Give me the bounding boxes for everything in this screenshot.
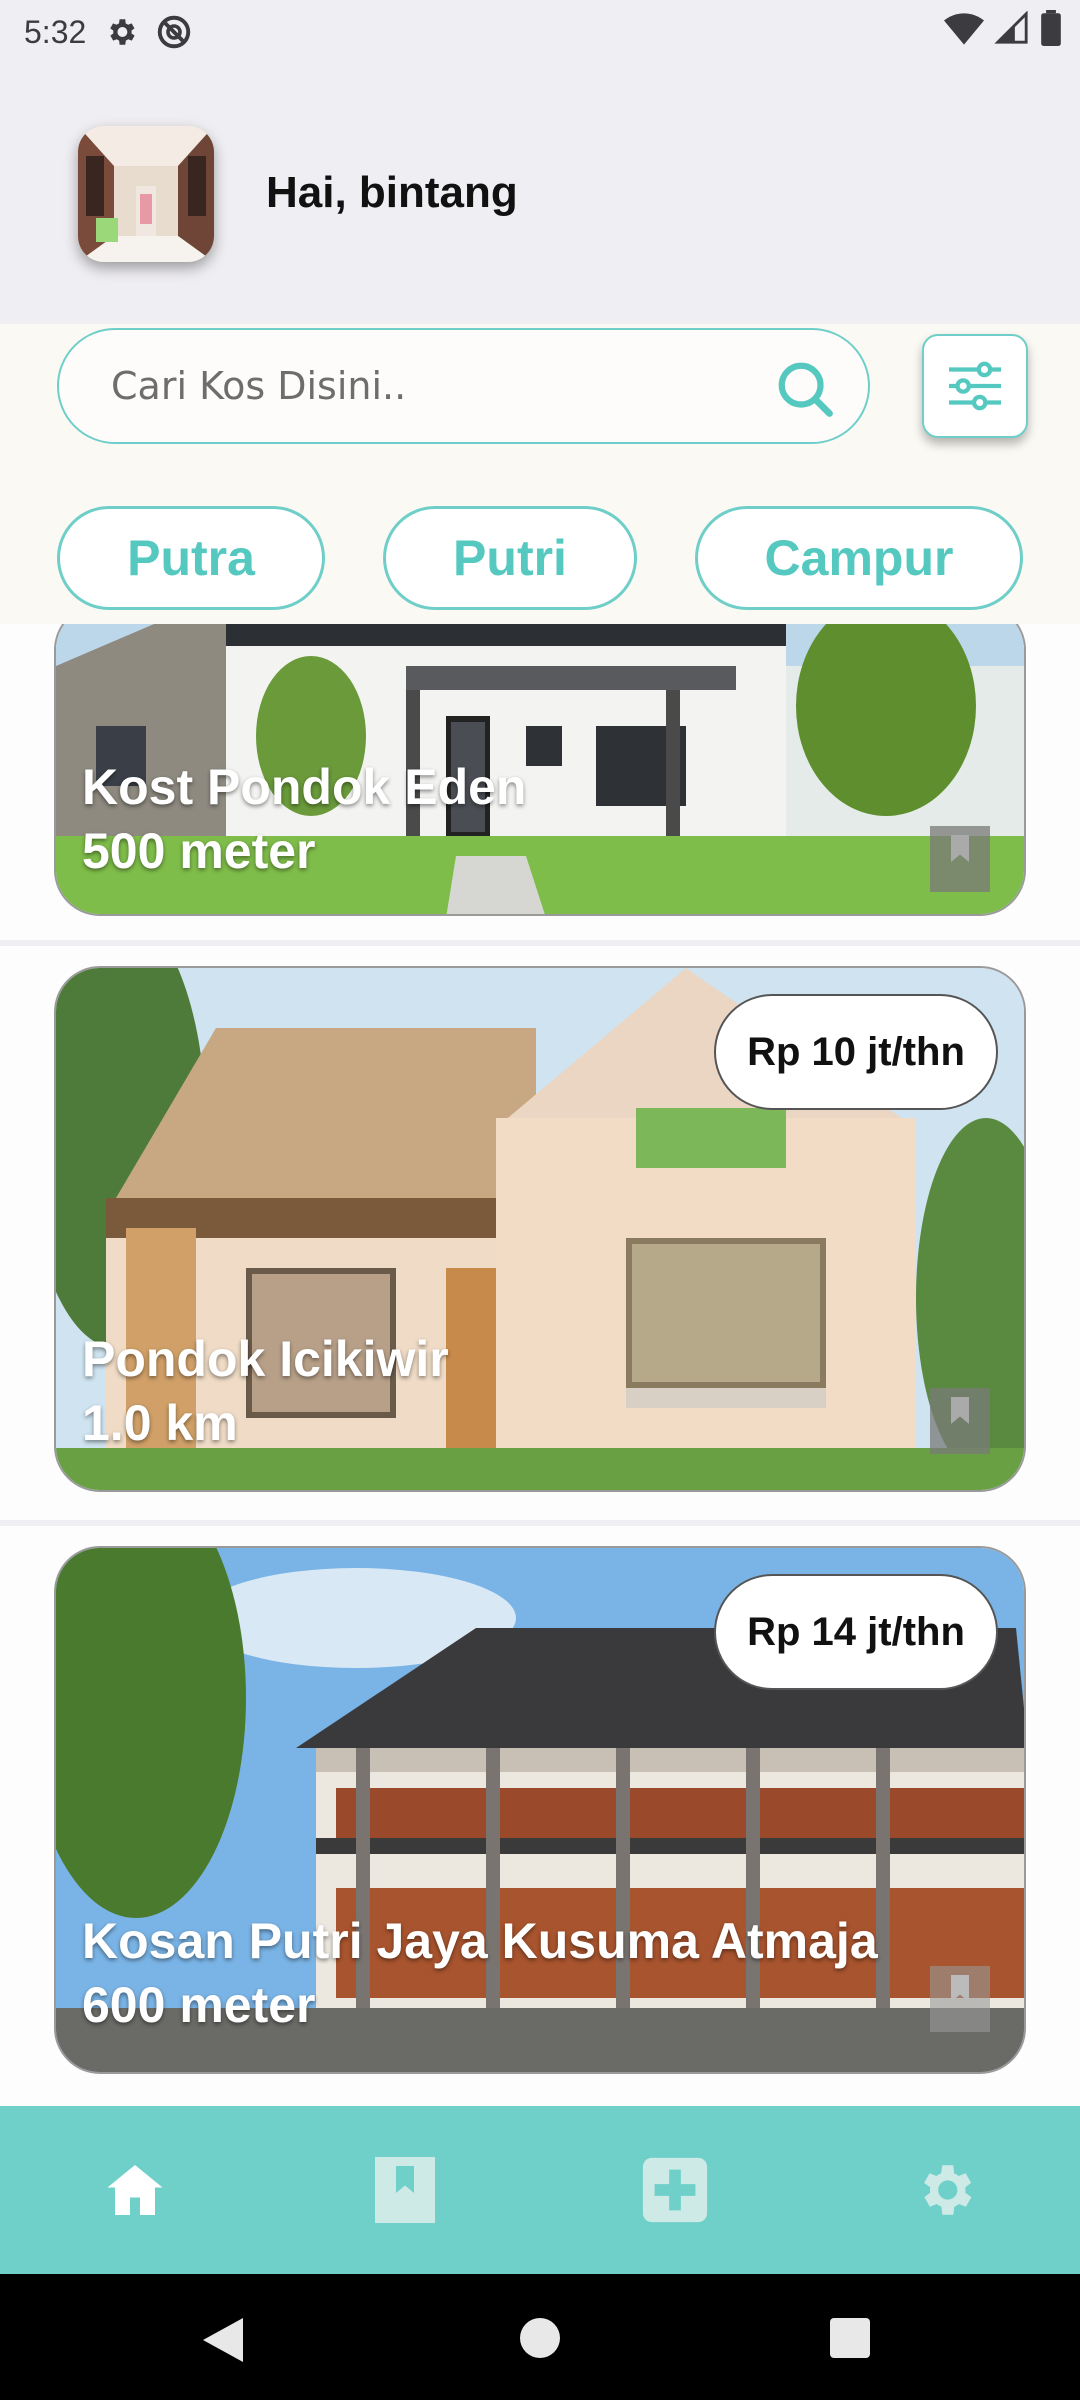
search-icon[interactable] xyxy=(774,358,836,420)
avatar[interactable] xyxy=(78,126,214,262)
search-input[interactable] xyxy=(111,364,711,408)
home-icon xyxy=(107,2165,163,2215)
status-time: 5:32 xyxy=(24,13,87,50)
back-icon[interactable] xyxy=(202,2318,244,2362)
greeting: Hai, bintang xyxy=(266,168,518,217)
nav-home[interactable] xyxy=(0,2106,270,2274)
bottom-nav xyxy=(0,2106,1080,2274)
nav-add[interactable] xyxy=(540,2106,810,2274)
listing-distance: 1.0 km xyxy=(82,1395,238,1451)
filter-chip-putra[interactable]: Putra xyxy=(57,506,325,610)
battery-icon xyxy=(1041,10,1061,46)
listing-distance: 500 meter xyxy=(82,823,316,879)
filter-chip-putri[interactable]: Putri xyxy=(383,506,637,610)
bookmark-icon[interactable] xyxy=(930,1966,990,2032)
header: Hai, bintang xyxy=(0,64,1080,324)
wifi-icon xyxy=(944,13,984,45)
search-area: Putra Putri Campur xyxy=(0,324,1080,624)
filter-button[interactable] xyxy=(922,334,1028,438)
nav-bookmarks[interactable] xyxy=(270,2106,540,2274)
signal-icon xyxy=(994,11,1028,44)
sliders-icon xyxy=(949,361,1001,411)
add-icon xyxy=(642,2157,708,2223)
listing-name: Kosan Putri Jaya Kusuma Atmaja xyxy=(82,1913,878,1969)
bookmark-icon[interactable] xyxy=(930,826,990,892)
list-item: Rp 14 jt/thn Kosan Putri Jaya Kusuma Atm… xyxy=(0,1526,1080,2106)
listing-distance: 600 meter xyxy=(82,1977,316,2033)
listing-card-3[interactable]: Rp 14 jt/thn Kosan Putri Jaya Kusuma Atm… xyxy=(54,1546,1026,2074)
list-item: Kost Pondok Eden 500 meter xyxy=(0,624,1080,940)
price-badge: Rp 10 jt/thn xyxy=(714,994,998,1110)
status-bar: 5:32 xyxy=(0,0,1080,64)
list-item: Rp 10 jt/thn Pondok Icikiwir 1.0 km xyxy=(0,946,1080,1520)
listing-name: Pondok Icikiwir xyxy=(82,1331,449,1387)
price-badge: Rp 14 jt/thn xyxy=(714,1574,998,1690)
gear-icon xyxy=(110,19,135,45)
recents-icon[interactable] xyxy=(830,2318,870,2358)
do-not-disturb-icon xyxy=(158,15,191,49)
avatar-photo xyxy=(78,126,214,262)
filter-chip-campur[interactable]: Campur xyxy=(695,506,1023,610)
home-circle-icon[interactable] xyxy=(520,2318,560,2358)
listing-name: Kost Pondok Eden xyxy=(82,759,527,815)
nav-settings[interactable] xyxy=(810,2106,1080,2274)
bookmark-icon xyxy=(375,2157,435,2223)
search-bar[interactable] xyxy=(57,328,870,444)
listing-scroll[interactable]: Kost Pondok Eden 500 meter Rp 10 jt/thn … xyxy=(0,624,1080,2106)
bookmark-icon[interactable] xyxy=(930,1388,990,1454)
system-nav-bar xyxy=(0,2274,1080,2400)
settings-icon xyxy=(924,2165,972,2215)
listing-card-1[interactable]: Kost Pondok Eden 500 meter xyxy=(54,624,1026,916)
listing-card-2[interactable]: Rp 10 jt/thn Pondok Icikiwir 1.0 km xyxy=(54,966,1026,1492)
